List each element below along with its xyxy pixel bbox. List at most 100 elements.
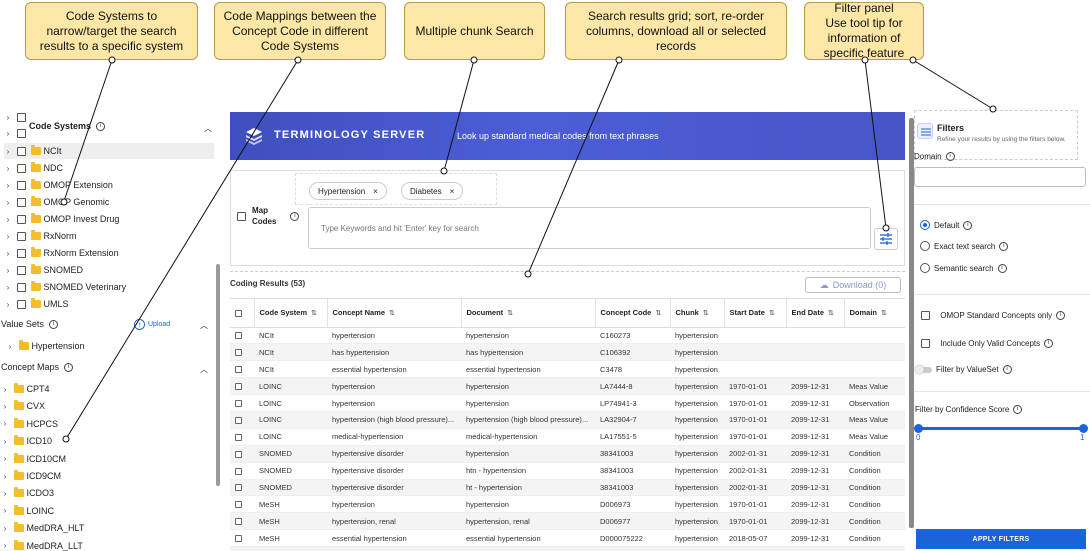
checkbox[interactable] [17,146,27,156]
valid-concepts-filter[interactable]: Include Only Valid Concepts i [921,339,1054,348]
code-system-item[interactable]: › OMOP Invest Drug [4,211,119,227]
chevron-right-icon[interactable]: › [1,454,9,463]
sort-icon[interactable]: ⇅ [389,310,395,317]
row-checkbox[interactable] [235,366,242,374]
info-icon[interactable]: i [997,263,1007,273]
radio[interactable] [920,241,930,251]
chevron-up-icon[interactable]: ︿ [200,320,208,331]
row-select-cell[interactable] [230,394,254,412]
search-mode-exact[interactable]: Exact text search i [920,241,1009,251]
row-checkbox[interactable] [235,518,242,526]
info-icon[interactable]: i [96,121,106,131]
table-row[interactable]: LOINC hypertension hypertension LA7444-8 hyp… [230,377,905,396]
column-header[interactable]: Code System ⇅ [254,299,328,328]
chevron-right-icon[interactable]: › [4,113,12,122]
row-checkbox[interactable] [235,535,242,543]
column-header[interactable]: Concept Name ⇅ [327,299,462,328]
confidence-slider-track[interactable] [917,427,1083,430]
table-row[interactable] [230,546,905,551]
table-row[interactable]: MeSH hypertension, renal hypertension, ren… [230,512,905,531]
table-row[interactable]: LOINC hypertension hypertension LP74941-3 hy… [230,394,905,412]
checkbox[interactable] [17,265,27,275]
row-select-cell[interactable] [230,479,254,497]
row-checkbox[interactable] [235,501,242,509]
info-icon[interactable]: i [1056,311,1066,320]
row-checkbox[interactable] [235,467,242,475]
sort-icon[interactable]: ⇅ [311,310,317,317]
checkbox[interactable] [17,163,27,173]
concept-map-item[interactable]: › MedDRA_HLT [1,520,84,536]
toggle-switch[interactable] [915,364,932,374]
table-row[interactable]: SNOMED hypertensive disorder hypertension 3… [230,445,905,463]
row-checkbox[interactable] [235,400,242,408]
omop-standard-filter[interactable]: OMOP Standard Concepts only i [921,311,1066,320]
checkbox[interactable] [17,128,27,138]
row-select-cell[interactable] [230,377,254,396]
table-row[interactable]: LOINC medical-hypertension medical-hyperte… [230,428,905,446]
download-button[interactable]: ☁ Download (0) [805,277,901,293]
column-header[interactable]: End Date ⇅ [786,299,845,328]
chevron-right-icon[interactable]: › [1,524,9,533]
code-system-item[interactable]: › SNOMED Veterinary [4,279,126,295]
chevron-right-icon[interactable]: › [1,385,9,394]
info-icon[interactable]: i [963,220,973,230]
chevron-right-icon[interactable]: › [4,129,12,138]
code-system-item[interactable]: › SNOMED [4,262,83,278]
row-select-cell[interactable] [230,529,254,548]
chevron-right-icon[interactable]: › [4,232,12,241]
close-icon[interactable]: × [450,187,455,196]
checkbox[interactable] [17,112,27,122]
valueset-filter[interactable]: Filter by ValueSet i [915,364,1012,374]
concept-map-item[interactable]: › ICDO3 [1,485,54,501]
map-codes-toggle[interactable]: Map Codes i [237,205,300,227]
row-checkbox[interactable] [235,416,242,424]
chevron-right-icon[interactable]: › [1,402,9,411]
column-header[interactable]: Concept Code ⇅ [595,299,671,328]
sort-icon[interactable]: ⇅ [881,310,887,317]
column-header[interactable]: Domain ⇅ [844,299,905,328]
checkbox[interactable] [17,299,27,309]
row-select-cell[interactable] [230,462,254,480]
code-system-item[interactable]: › RxNorm Extension [4,245,119,261]
table-row[interactable]: MeSH essential hypertension essential hype… [230,529,905,548]
row-select-cell[interactable] [230,411,254,429]
table-row[interactable]: NCIt has hypertension has hypertension C106… [230,343,905,362]
radio[interactable] [920,263,930,273]
tree-row-partial[interactable]: › [4,109,27,125]
sort-icon[interactable]: ⇅ [507,310,513,317]
concept-map-item[interactable]: › CVX [1,398,45,414]
concept-map-item[interactable]: › ICD9CM [1,468,61,484]
chevron-right-icon[interactable]: › [4,283,12,292]
apply-filters-button[interactable]: APPLY FILTERS [916,529,1086,549]
info-icon[interactable]: i [945,152,955,161]
table-row[interactable]: SNOMED hypertensive disorder htn - hyperte… [230,462,905,480]
chevron-right-icon[interactable]: › [4,164,12,173]
domain-select[interactable] [914,167,1086,187]
confidence-slider-min-thumb[interactable] [914,424,923,433]
sort-icon[interactable]: ⇅ [828,310,834,317]
code-system-item[interactable]: › NDC [4,160,63,176]
row-select-cell[interactable] [230,360,254,379]
code-system-item[interactable]: › UMLS [4,296,69,312]
radio-selected[interactable] [920,220,930,230]
code-system-item[interactable]: › OMOP Extension [4,177,113,193]
checkbox[interactable] [17,197,27,207]
row-checkbox[interactable] [235,433,242,441]
chevron-right-icon[interactable]: › [1,419,9,428]
chevron-right-icon[interactable]: › [1,506,9,515]
code-system-item[interactable]: › NCIt [4,143,214,159]
info-icon[interactable]: i [64,362,74,372]
chevron-right-icon[interactable]: › [4,249,12,258]
row-checkbox[interactable] [235,484,242,492]
chevron-up-icon[interactable]: ︿ [204,123,212,134]
row-select-cell[interactable] [230,546,254,551]
checkbox[interactable] [17,231,27,241]
chevron-right-icon[interactable]: › [4,147,12,156]
info-icon[interactable]: i [290,211,300,221]
info-icon[interactable]: i [48,319,58,329]
chevron-right-icon[interactable]: › [4,300,12,309]
column-header[interactable]: Start Date ⇅ [724,299,787,328]
sort-icon[interactable]: ⇅ [769,310,775,317]
chevron-right-icon[interactable]: › [4,198,12,207]
table-row[interactable]: NCIt essential hypertension essential hype… [230,360,905,379]
